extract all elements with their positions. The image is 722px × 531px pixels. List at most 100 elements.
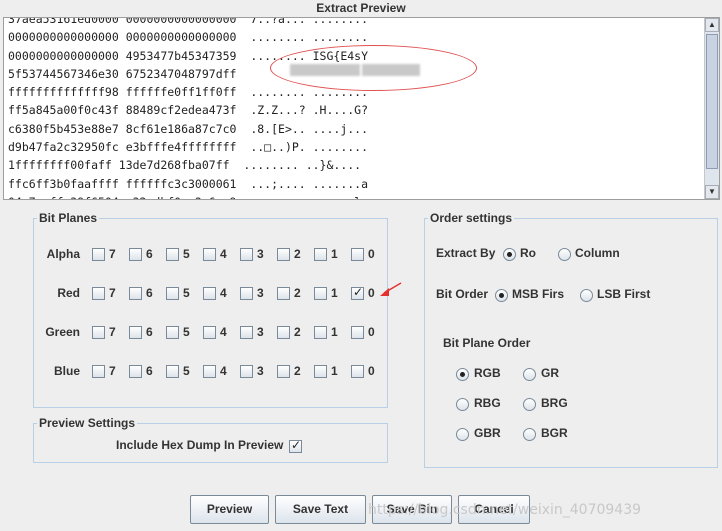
bit-order-label: Bit Order [436, 287, 489, 301]
bit-checkbox-alpha-4[interactable] [203, 248, 216, 261]
bit-plane-row-label-green: Green [45, 325, 80, 339]
bit-checkbox-alpha-6[interactable] [129, 248, 142, 261]
bit-order-msb-label: MSB Firs [512, 287, 565, 301]
plane-order-brg-label: BRG [541, 396, 568, 410]
bit-checkbox-red-0[interactable]: ✓ [351, 285, 364, 300]
preview-button[interactable]: Preview [190, 495, 269, 524]
bit-checkbox-green-2[interactable] [277, 326, 290, 339]
bit-order-msb-radio[interactable] [495, 289, 508, 302]
bit-checkbox-blue-3[interactable] [240, 365, 253, 378]
scroll-down-icon[interactable]: ▼ [705, 185, 719, 199]
bit-label: 7 [109, 247, 116, 261]
bit-checkbox-blue-1[interactable] [314, 365, 327, 378]
bit-plane-order-label: Bit Plane Order [443, 336, 531, 350]
highlight-ellipse [270, 45, 477, 91]
plane-order-gbr-radio[interactable] [456, 428, 469, 441]
bit-label: 0 [368, 364, 375, 378]
bit-checkbox-red-2[interactable] [277, 287, 290, 300]
bit-checkbox-alpha-0[interactable] [351, 248, 364, 261]
bit-checkbox-alpha-5[interactable] [166, 248, 179, 261]
radio-selected-icon [507, 252, 512, 257]
bit-label: 1 [331, 286, 338, 300]
annotation-arrow-icon [380, 282, 402, 296]
plane-order-gbr-label: GBR [474, 426, 501, 440]
bit-plane-row-label-alpha: Alpha [46, 247, 80, 261]
bit-checkbox-blue-2[interactable] [277, 365, 290, 378]
bit-label: 0 [368, 247, 375, 261]
bit-label: 7 [109, 364, 116, 378]
bit-checkbox-blue-4[interactable] [203, 365, 216, 378]
bit-checkbox-alpha-7[interactable] [92, 248, 105, 261]
hex-line: c6380f5b453e88e7 8cf61e186a87c7c0 .8.[E>… [8, 121, 369, 136]
bit-checkbox-green-7[interactable] [92, 326, 105, 339]
bit-label: 1 [331, 325, 338, 339]
vertical-scrollbar[interactable]: ▲ ▼ [704, 18, 719, 199]
bit-checkbox-red-1[interactable] [314, 287, 327, 300]
bit-label: 3 [257, 325, 264, 339]
plane-order-bgr-label: BGR [541, 426, 568, 440]
extract-by-column-label: Column [575, 246, 620, 260]
extract-by-column-radio[interactable] [558, 248, 571, 261]
plane-order-rgb-radio[interactable] [456, 368, 469, 381]
bit-checkbox-green-0[interactable] [351, 326, 364, 339]
bit-checkbox-red-5[interactable] [166, 287, 179, 300]
extract-by-label: Extract By [436, 246, 496, 260]
bit-checkbox-blue-7[interactable] [92, 365, 105, 378]
plane-order-bgr-radio[interactable] [523, 428, 536, 441]
bit-label: 4 [220, 286, 227, 300]
bit-label: 7 [109, 286, 116, 300]
bit-checkbox-alpha-3[interactable] [240, 248, 253, 261]
bit-label: 5 [183, 286, 190, 300]
hex-line: ff5a845a00f0c43f 88489cf2edea473f .Z.Z..… [8, 103, 369, 118]
bit-label: 3 [257, 364, 264, 378]
bit-checkbox-green-6[interactable] [129, 326, 142, 339]
plane-order-rgb-label: RGB [474, 366, 501, 380]
bit-label: 7 [109, 325, 116, 339]
bit-label: 5 [183, 364, 190, 378]
bit-checkbox-red-4[interactable] [203, 287, 216, 300]
bit-order-lsb-radio[interactable] [580, 289, 593, 302]
bit-checkbox-green-1[interactable] [314, 326, 327, 339]
order-settings-legend: Order settings [430, 211, 513, 225]
watermark-text: https://blog.csdn.net/weixin_40709439 [368, 502, 642, 518]
preview-settings-legend: Preview Settings [39, 416, 136, 430]
extract-preview-area[interactable]: 37aea53161ed0000 0000000000000000 7..?a.… [3, 17, 720, 200]
bit-checkbox-alpha-2[interactable] [277, 248, 290, 261]
hex-line: 37aea53161ed0000 0000000000000000 7..?a.… [8, 17, 369, 26]
check-icon: ✓ [291, 438, 302, 452]
bit-label: 2 [294, 364, 301, 378]
bit-checkbox-green-4[interactable] [203, 326, 216, 339]
extract-by-row-label: Ro [520, 246, 536, 260]
bit-checkbox-red-6[interactable] [129, 287, 142, 300]
scrollbar-thumb[interactable] [706, 34, 718, 169]
bit-checkbox-alpha-1[interactable] [314, 248, 327, 261]
bit-checkbox-red-3[interactable] [240, 287, 253, 300]
save-text-button[interactable]: Save Text [275, 495, 366, 524]
bit-label: 3 [257, 286, 264, 300]
bit-label: 6 [146, 325, 153, 339]
include-hex-label: Include Hex Dump In Preview [116, 438, 284, 452]
plane-order-grb-radio[interactable] [523, 368, 536, 381]
bit-checkbox-red-7[interactable] [92, 287, 105, 300]
include-hex-checkbox[interactable]: ✓ [289, 438, 302, 453]
bit-checkbox-green-3[interactable] [240, 326, 253, 339]
scroll-up-icon[interactable]: ▲ [705, 18, 719, 32]
hex-dump-text: 37aea53161ed0000 0000000000000000 7..?a.… [8, 17, 369, 199]
bit-label: 6 [146, 364, 153, 378]
bit-checkbox-blue-5[interactable] [166, 365, 179, 378]
plane-order-rbg-radio[interactable] [456, 398, 469, 411]
bit-checkbox-blue-0[interactable] [351, 365, 364, 378]
bit-checkbox-blue-6[interactable] [129, 365, 142, 378]
hex-line: ffc6ff3b0faaffff ffffffc3c3000061 ...;..… [8, 176, 369, 191]
check-icon: ✓ [353, 285, 364, 299]
bit-planes-legend: Bit Planes [39, 211, 98, 225]
bit-label: 0 [368, 286, 375, 300]
plane-order-brg-radio[interactable] [523, 398, 536, 411]
extract-by-row-radio[interactable] [503, 248, 516, 261]
bit-checkbox-green-5[interactable] [166, 326, 179, 339]
bit-label: 4 [220, 247, 227, 261]
bit-label: 1 [331, 364, 338, 378]
bit-label: 6 [146, 286, 153, 300]
hex-line: 0000000000000000 0000000000000000 ......… [8, 30, 369, 45]
bit-label: 3 [257, 247, 264, 261]
